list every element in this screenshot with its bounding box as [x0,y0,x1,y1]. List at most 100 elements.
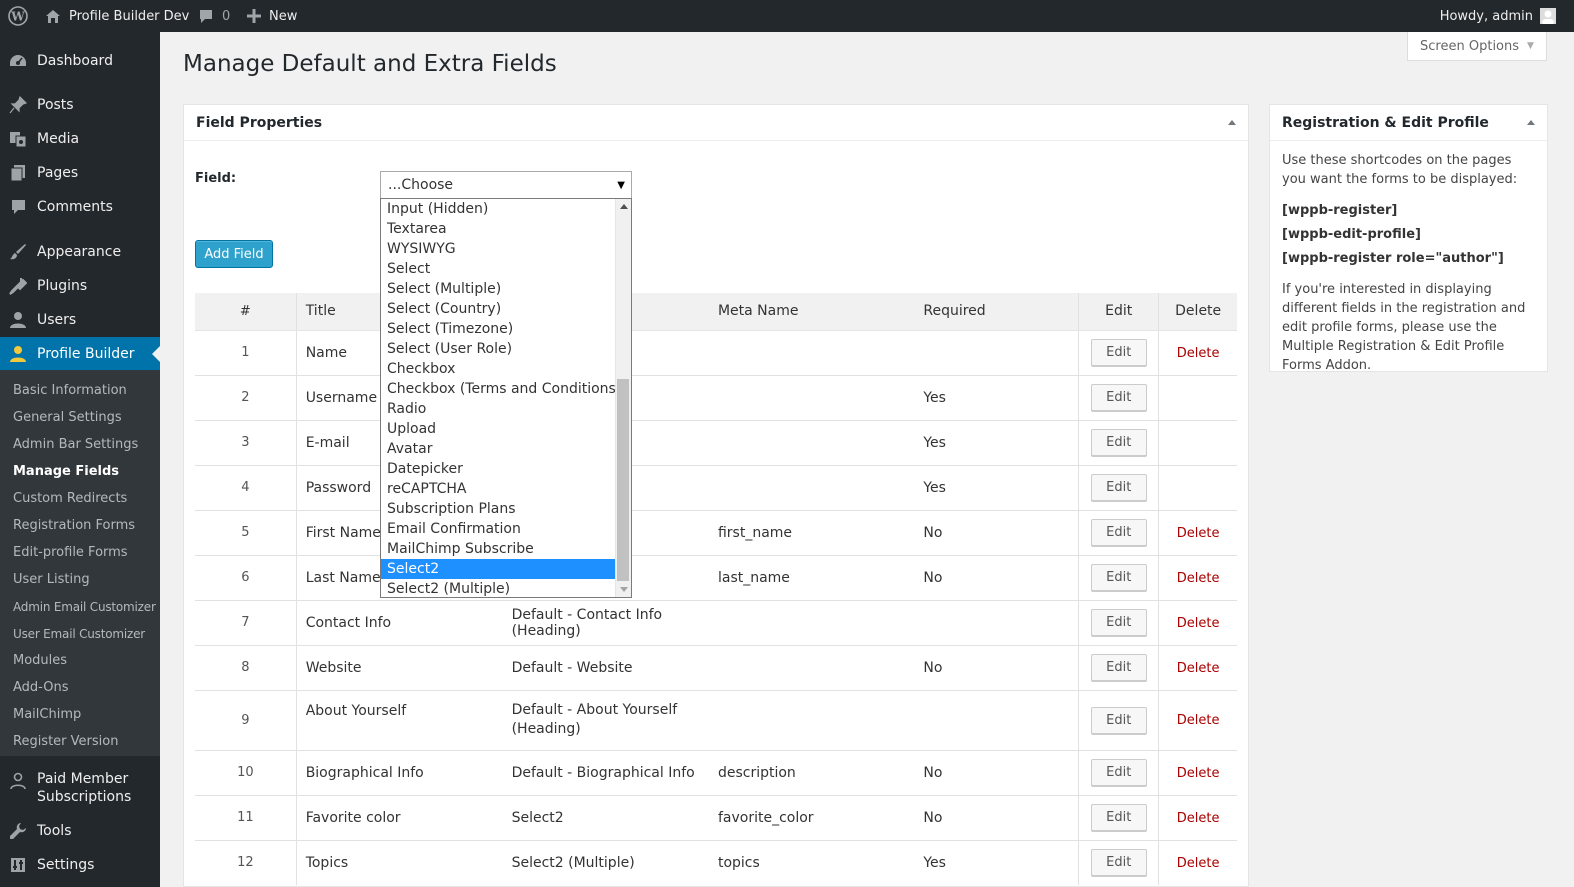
submenu-edit-profile-forms[interactable]: Edit-profile Forms [13,544,128,562]
dropdown-scroll-thumb[interactable] [617,379,629,581]
dropdown-option[interactable]: Radio [381,399,615,419]
dropdown-option[interactable]: Select (User Role) [381,339,615,359]
edit-button[interactable]: Edit [1090,519,1147,546]
menu-pages[interactable]: Pages [0,156,160,190]
submenu-modules[interactable]: Modules [13,652,67,670]
submenu-custom-redirects[interactable]: Custom Redirects [13,490,127,508]
dropdown-option[interactable]: Subscription Plans [381,499,615,519]
field-type-dropdown-list: Input (Hidden) Textarea WYSIWYG Select Selec… [380,198,632,598]
delete-link[interactable]: Delete [1177,661,1220,676]
dropdown-option[interactable]: Upload [381,419,615,439]
reg-box-header[interactable]: Registration & Edit Profile [1270,105,1547,141]
dropdown-scrollbar[interactable] [615,199,631,597]
row-delete-cell: Delete [1158,554,1237,600]
delete-link[interactable]: Delete [1177,856,1220,871]
submenu-basic-information[interactable]: Basic Information [13,382,127,400]
menu-paid-member-subscriptions[interactable]: Paid Member Subscriptions [0,770,160,810]
delete-link[interactable]: Delete [1177,811,1220,826]
menu-appearance[interactable]: Appearance [0,235,160,269]
edit-button[interactable]: Edit [1090,804,1147,831]
add-field-button[interactable]: Add Field [195,240,273,268]
menu-settings[interactable]: Settings [0,848,160,882]
edit-button[interactable]: Edit [1090,564,1147,591]
dropdown-option[interactable]: Email Confirmation [381,519,615,539]
edit-button[interactable]: Edit [1090,384,1147,411]
howdy-text: Howdy, admin [1439,8,1533,24]
menu-comments[interactable]: Comments [0,190,160,224]
media-icon [0,130,36,148]
wordpress-logo-icon[interactable]: W [8,0,30,32]
dropdown-option[interactable]: Select (Timezone) [381,319,615,339]
site-name-link[interactable]: Profile Builder Dev [45,0,189,32]
submenu-registration-forms[interactable]: Registration Forms [13,517,135,535]
edit-button[interactable]: Edit [1090,654,1147,681]
row-meta-name [708,464,915,510]
row-number: 2 [195,374,297,420]
table-row: 4 Password Yes Edit [195,464,1237,510]
submenu-register-version[interactable]: Register Version [13,733,118,751]
delete-link[interactable]: Delete [1177,713,1220,728]
edit-button[interactable]: Edit [1090,339,1147,366]
scroll-down-icon[interactable] [620,587,628,592]
dropdown-option[interactable]: Checkbox [381,359,615,379]
my-account-link[interactable]: Howdy, admin [1440,0,1556,32]
dropdown-option[interactable]: Datepicker [381,459,615,479]
submenu-manage-fields[interactable]: Manage Fields [13,463,119,481]
dropdown-option[interactable]: Input (Hidden) [381,199,615,219]
dropdown-option[interactable]: Select (Multiple) [381,279,615,299]
delete-link[interactable]: Delete [1177,766,1220,781]
edit-button[interactable]: Edit [1090,609,1147,636]
edit-button[interactable]: Edit [1090,849,1147,877]
comments-link[interactable]: 0 [198,0,230,32]
dropdown-option[interactable]: WYSIWYG [381,239,615,259]
plug-icon [0,277,36,295]
dropdown-option[interactable]: Checkbox (Terms and Conditions) [381,379,621,399]
dropdown-option[interactable]: Select2 (Multiple) [381,579,615,597]
submenu-user-listing[interactable]: User Listing [13,571,90,589]
submenu-general-settings[interactable]: General Settings [13,409,122,427]
shortcode-register-role: [wppb-register role="author"] [1282,251,1504,266]
submenu-admin-bar-settings[interactable]: Admin Bar Settings [13,436,138,454]
menu-media[interactable]: Media [0,122,160,156]
comments-count: 0 [222,8,231,24]
dropdown-option[interactable]: reCAPTCHA [381,479,615,499]
edit-button[interactable]: Edit [1090,706,1147,734]
dropdown-option[interactable]: Select (Country) [381,299,615,319]
avatar [1540,8,1556,24]
collapse-arrow-icon[interactable] [1228,120,1236,125]
dropdown-option[interactable]: MailChimp Subscribe [381,539,615,559]
row-meta-name: description [708,749,915,795]
delete-link[interactable]: Delete [1177,616,1220,631]
submenu-mailchimp[interactable]: MailChimp [13,706,81,724]
menu-users[interactable]: Users [0,303,160,337]
submenu-user-email-customizer[interactable]: User Email Customizer [13,625,145,643]
menu-plugins[interactable]: Plugins [0,269,160,303]
row-meta-name: first_name [708,509,915,555]
screen-options-button[interactable]: Screen Options ▼ [1407,32,1547,61]
new-content-link[interactable]: New [247,0,297,32]
field-type-select[interactable]: ...Choose ▼ [380,171,632,199]
field-properties-header[interactable]: Field Properties [184,105,1248,141]
row-number: 10 [195,749,297,795]
dropdown-option[interactable]: Textarea [381,219,615,239]
delete-link[interactable]: Delete [1177,571,1220,586]
dropdown-option[interactable]: Avatar [381,439,615,459]
col-header-num: # [195,293,297,331]
submenu-add-ons[interactable]: Add-Ons [13,679,68,697]
submenu-admin-email-customizer[interactable]: Admin Email Customizer [13,598,156,616]
menu-tools[interactable]: Tools [0,814,160,848]
menu-posts[interactable]: Posts [0,88,160,122]
edit-button[interactable]: Edit [1090,429,1147,456]
delete-link[interactable]: Delete [1177,346,1220,361]
col-header-delete: Delete [1158,293,1237,331]
dropdown-option[interactable]: Select2 [381,559,615,579]
delete-link[interactable]: Delete [1177,526,1220,541]
menu-profile-builder[interactable]: Profile Builder [0,337,160,371]
row-required: Yes [914,464,1079,510]
menu-dashboard[interactable]: Dashboard [0,44,160,78]
collapse-arrow-icon[interactable] [1527,120,1535,125]
scroll-up-icon[interactable] [620,204,628,209]
edit-button[interactable]: Edit [1090,759,1147,786]
edit-button[interactable]: Edit [1090,474,1147,501]
dropdown-option[interactable]: Select [381,259,615,279]
